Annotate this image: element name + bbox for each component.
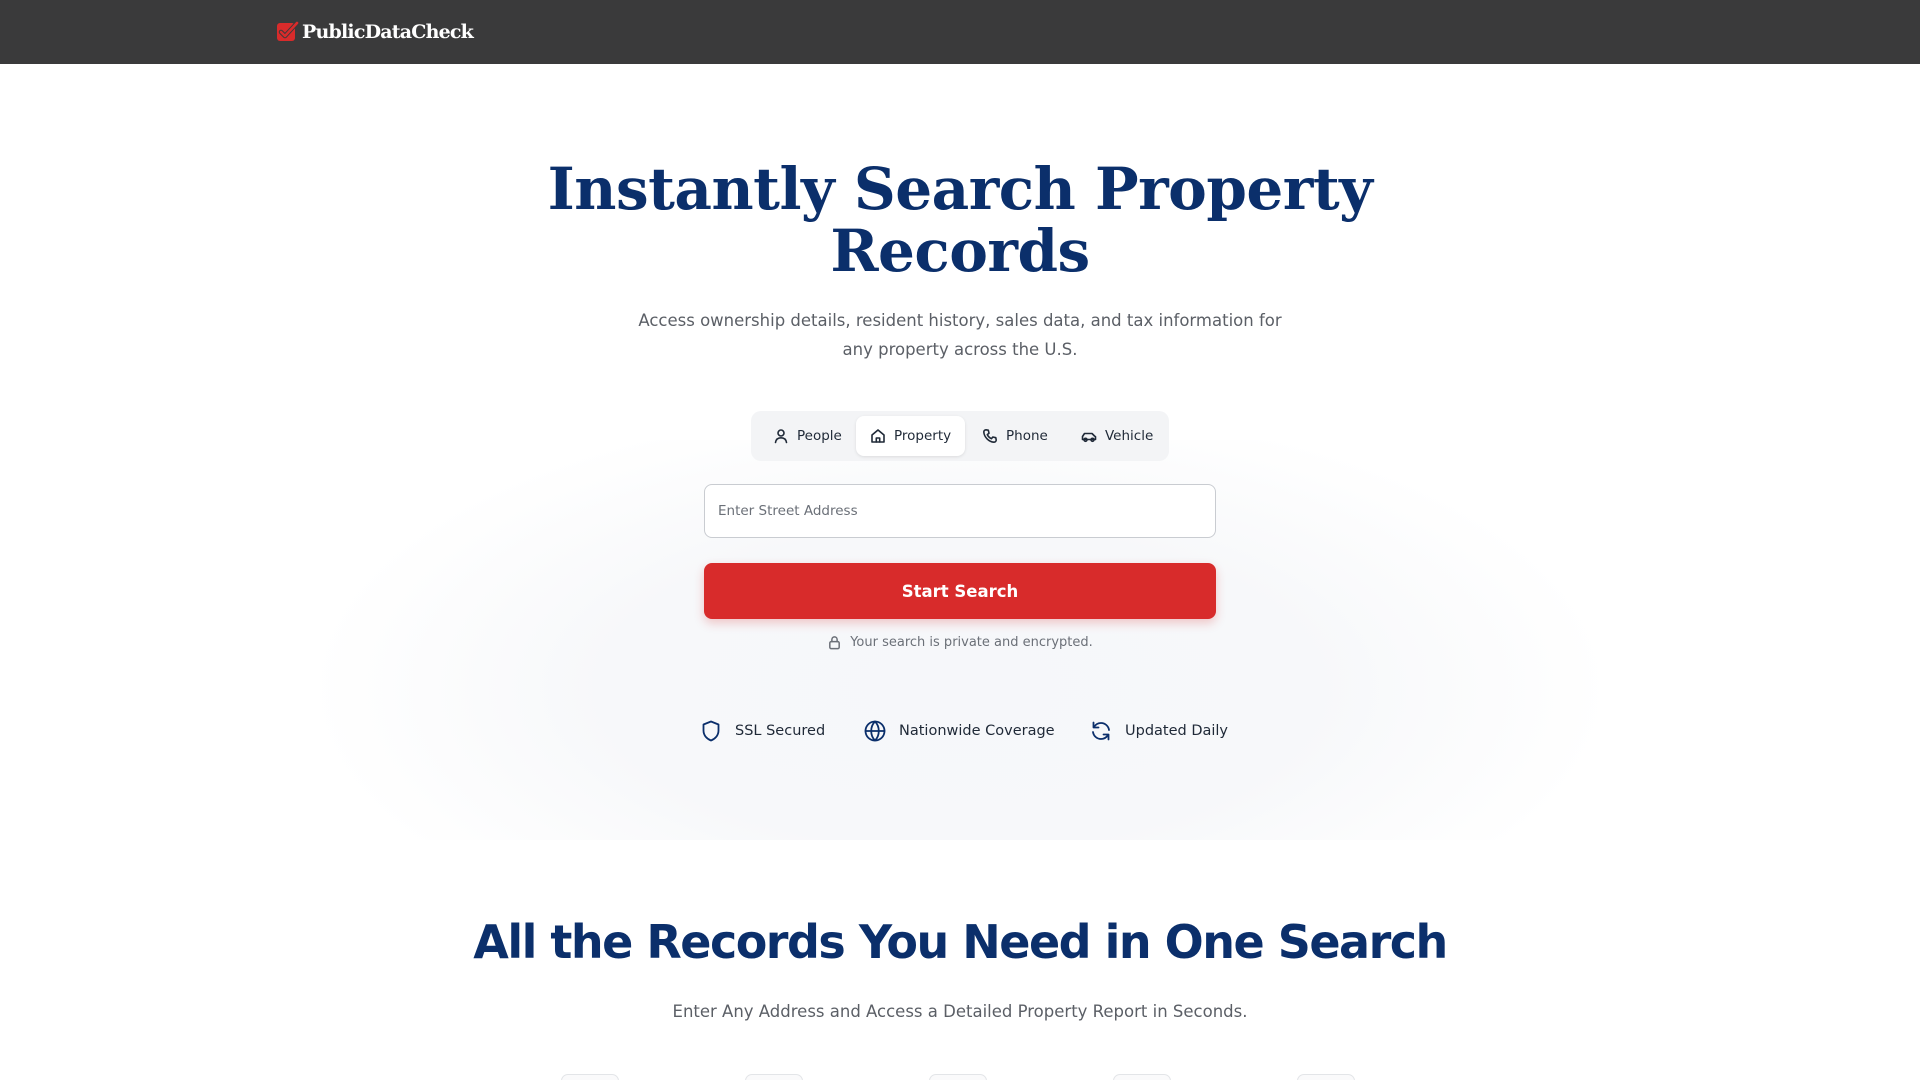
globe-icon xyxy=(864,720,886,742)
badge-nationwide-coverage: Nationwide Coverage xyxy=(863,718,1055,744)
privacy-text: Your search is private and encrypted. xyxy=(850,635,1093,650)
house-icon xyxy=(871,429,885,443)
lock-icon xyxy=(829,636,841,650)
hero-subtitle: Access ownership details, resident histo… xyxy=(638,311,1282,359)
badge-updated-daily: Updated Daily xyxy=(1089,718,1228,744)
refresh-icon xyxy=(1092,721,1110,741)
shield-icon xyxy=(702,720,720,742)
person-icon xyxy=(774,429,788,444)
feature-card-peek xyxy=(745,1074,803,1080)
tab-label: Vehicle xyxy=(1105,428,1154,444)
start-search-button[interactable]: Start Search xyxy=(704,563,1216,619)
tab-label: Property xyxy=(894,428,952,444)
tab-phone[interactable]: Phone xyxy=(968,416,1062,456)
tab-people[interactable]: People xyxy=(759,416,856,456)
feature-card-peek xyxy=(1297,1074,1355,1080)
feature-card-peek xyxy=(1113,1074,1171,1080)
hero-title: Instantly Search Property Records xyxy=(547,155,1373,285)
privacy-note: Your search is private and encrypted. xyxy=(704,635,1216,650)
tab-label: People xyxy=(797,428,842,444)
feature-card-peek xyxy=(929,1074,987,1080)
tab-vehicle[interactable]: Vehicle xyxy=(1067,416,1167,456)
badge-label: Nationwide Coverage xyxy=(899,723,1055,739)
records-section-subtitle: Enter Any Address and Access a Detailed … xyxy=(672,1002,1248,1021)
search-type-tabs: People Property Phone Vehicle xyxy=(751,411,1169,461)
red-checkbox-icon xyxy=(277,20,299,41)
top-navbar: PublicDataCheck xyxy=(0,0,1920,64)
badge-ssl-secured: SSL Secured xyxy=(699,718,825,744)
badge-label: SSL Secured xyxy=(735,723,826,739)
logo-text: PublicDataCheck xyxy=(302,21,474,43)
site-logo[interactable]: PublicDataCheck xyxy=(275,19,474,45)
street-address-input[interactable] xyxy=(704,484,1216,538)
car-icon xyxy=(1081,432,1097,443)
tab-label: Phone xyxy=(1006,428,1048,444)
badge-label: Updated Daily xyxy=(1125,723,1229,739)
phone-icon xyxy=(983,429,997,443)
tab-property[interactable]: Property xyxy=(856,416,966,456)
feature-card-peek xyxy=(561,1074,619,1080)
records-section-title: All the Records You Need in One Search xyxy=(473,915,1448,969)
